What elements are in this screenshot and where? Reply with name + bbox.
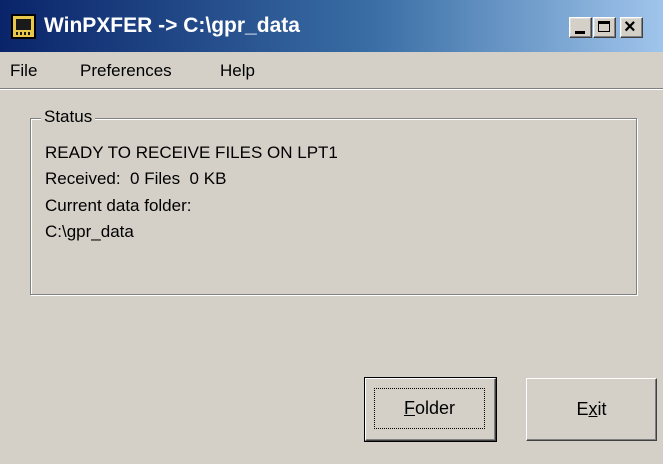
exit-accel: x [588, 399, 598, 419]
maximize-button[interactable] [593, 17, 616, 38]
menu-separator [0, 88, 663, 90]
menu-bar: File Preferences Help [0, 52, 663, 88]
exit-button[interactable]: Exit [526, 378, 657, 441]
menu-help[interactable]: Help [220, 61, 255, 81]
folder-accel: F [403, 398, 415, 418]
app-icon[interactable] [11, 14, 36, 39]
menu-preferences[interactable]: Preferences [80, 61, 172, 81]
status-message: READY TO RECEIVE FILES ON LPT1 [45, 143, 338, 162]
data-folder-label: Current data folder: [45, 196, 192, 215]
minimize-icon [575, 31, 585, 34]
app-window: WinPXFER -> C:\gpr_data × File Preferenc… [0, 0, 663, 464]
folder-label: older [414, 398, 456, 418]
received-count: Received: 0 Files 0 KB [45, 169, 227, 188]
minimize-button[interactable] [569, 17, 592, 38]
exit-label-start: E [576, 399, 589, 419]
status-group-label: Status [41, 107, 96, 127]
title-bar[interactable]: WinPXFER -> C:\gpr_data × [0, 0, 663, 52]
menu-file[interactable]: File [10, 61, 37, 81]
maximize-icon [598, 21, 610, 32]
folder-button[interactable]: Folder [364, 377, 497, 442]
folder-button-focus: Folder [374, 388, 485, 429]
close-icon: × [624, 16, 636, 38]
data-folder-path: C:\gpr_data [45, 222, 134, 241]
close-button[interactable]: × [620, 16, 643, 38]
exit-label-end: it [597, 399, 607, 419]
window-title: WinPXFER -> C:\gpr_data [44, 14, 300, 37]
